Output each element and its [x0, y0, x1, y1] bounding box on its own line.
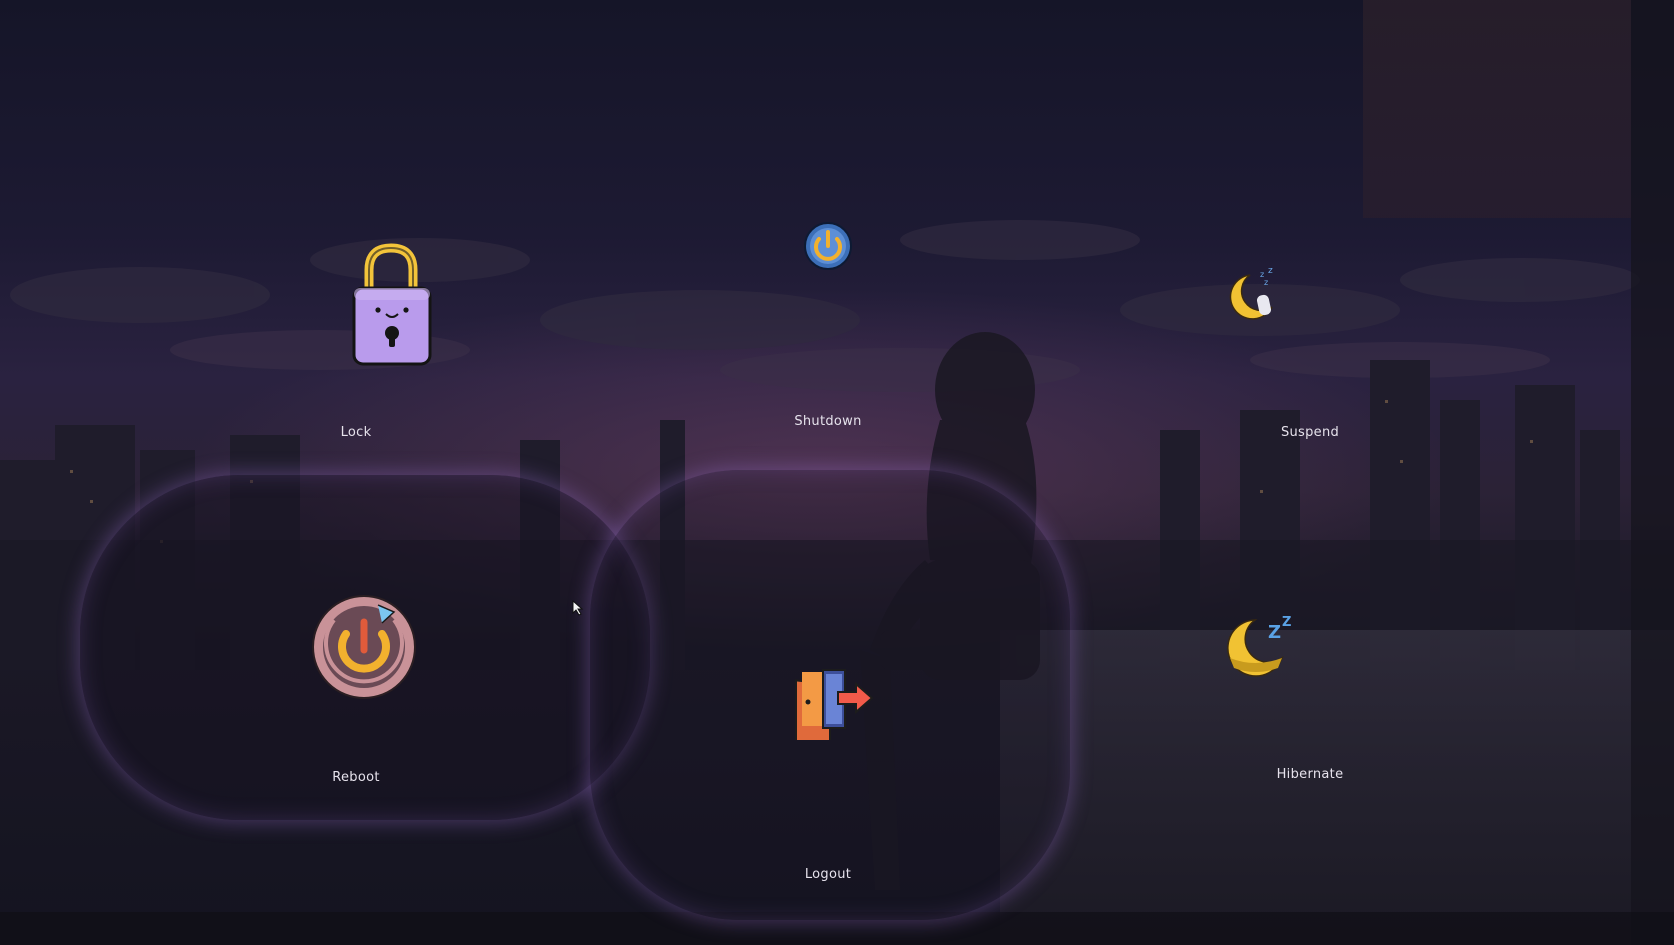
- padlock-icon: [352, 243, 432, 366]
- bell-moon-zzz-icon: Z Z: [1227, 615, 1291, 677]
- svg-text:Z: Z: [1268, 622, 1281, 643]
- wallpaper-side-bar: [1631, 0, 1674, 945]
- svg-text:z: z: [1264, 278, 1268, 287]
- reboot-label: Reboot: [332, 770, 380, 785]
- reboot-button[interactable]: Reboot: [206, 590, 506, 850]
- logout-button[interactable]: Logout: [678, 660, 978, 920]
- logout-label: Logout: [804, 867, 852, 882]
- mouse-pointer-icon: [572, 600, 584, 616]
- sleeping-moon-icon: z z z: [1229, 266, 1273, 320]
- power-icon: [804, 222, 852, 270]
- exit-door-icon: [795, 669, 874, 740]
- suspend-button[interactable]: z z z Suspend: [1160, 265, 1460, 525]
- reboot-power-icon: [312, 595, 416, 699]
- lock-button[interactable]: Lock: [206, 230, 506, 490]
- svg-text:z: z: [1268, 266, 1273, 276]
- shutdown-label: Shutdown: [794, 414, 862, 429]
- power-menu-screen: Lock Shutdown z z z Suspend Reboot Logou…: [0, 0, 1674, 945]
- svg-text:Z: Z: [1282, 615, 1291, 630]
- shutdown-button[interactable]: Shutdown: [678, 220, 978, 480]
- hibernate-label: Hibernate: [1276, 767, 1344, 782]
- lock-label: Lock: [340, 425, 372, 440]
- wallpaper-window-panel: [1363, 0, 1631, 218]
- suspend-label: Suspend: [1280, 425, 1340, 440]
- hibernate-button[interactable]: Z Z Hibernate: [1160, 610, 1460, 870]
